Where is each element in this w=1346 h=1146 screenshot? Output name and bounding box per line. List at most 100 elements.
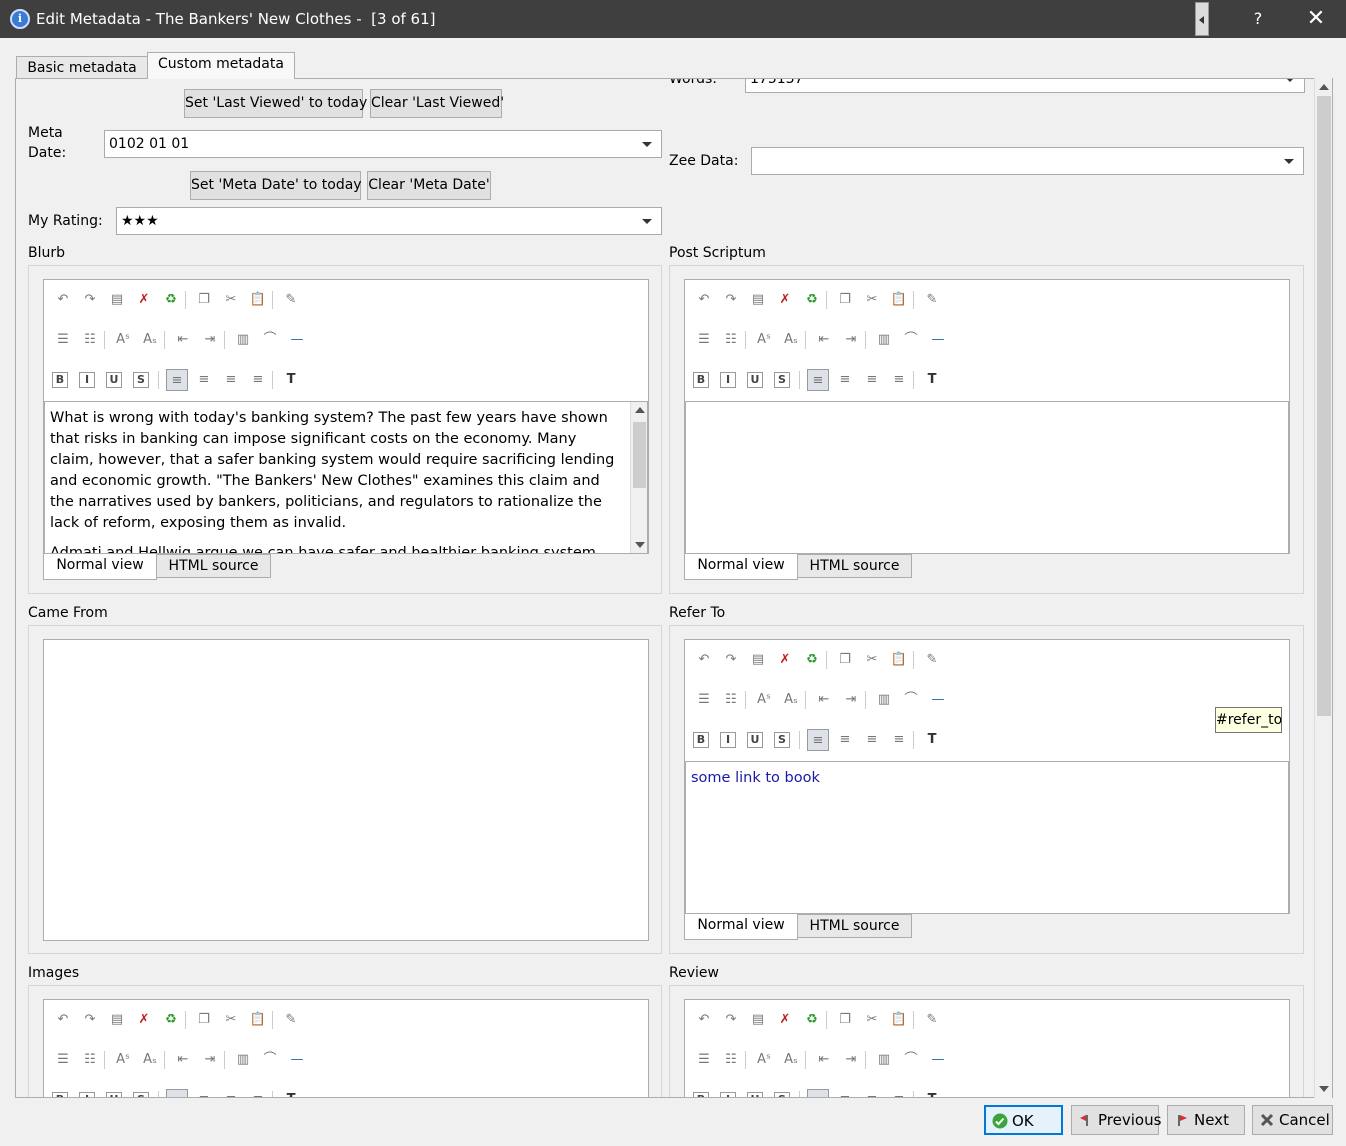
paste-icon[interactable]: 📋 [888,649,910,671]
align-center-icon[interactable]: ≡ [834,369,856,391]
outdent-icon[interactable]: ⇤ [172,329,194,351]
bullet-list-icon[interactable]: ☷ [79,329,101,351]
text-color-icon[interactable]: T [280,1089,302,1097]
scroll-thumb[interactable] [633,422,646,488]
recycle-icon[interactable]: ♻ [160,1009,182,1031]
copy-icon[interactable]: ❐ [834,1009,856,1031]
clear-last-viewed-button[interactable]: Clear 'Last Viewed' [370,89,504,118]
strike-icon[interactable]: S [133,1092,149,1097]
ordered-list-icon[interactable]: ☰ [693,689,715,711]
underline-icon[interactable]: U [747,1092,763,1097]
align-right-icon[interactable]: ≡ [861,1089,883,1097]
tab-html-source[interactable]: HTML source [797,914,912,938]
palette-icon[interactable]: ✎ [921,289,943,311]
ordered-list-icon[interactable]: ☰ [52,329,74,351]
bullet-list-icon[interactable]: ☷ [79,1049,101,1071]
main-scrollbar[interactable] [1314,78,1332,1098]
blurb-content[interactable]: What is wrong with today's banking syste… [44,401,648,554]
undo-icon[interactable]: ↶ [693,289,715,311]
palette-icon[interactable]: ✎ [280,1009,302,1031]
refer-to-link[interactable]: some link to book [691,768,1283,789]
close-button[interactable]: ✕ [1296,6,1336,31]
palette-icon[interactable]: ✎ [921,649,943,671]
paste-plain-icon[interactable]: ▤ [747,1009,769,1031]
tab-normal-view[interactable]: Normal view [684,554,798,580]
horizontal-rule-icon[interactable]: — [286,1049,308,1071]
horizontal-rule-icon[interactable]: — [927,1049,949,1071]
came-from-editor[interactable] [43,639,649,941]
link-icon[interactable]: ⌒ [900,329,922,351]
align-right-icon[interactable]: ≡ [220,369,242,391]
recycle-icon[interactable]: ♻ [801,289,823,311]
indent-icon[interactable]: ⇥ [840,689,862,711]
clear-format-icon[interactable]: ✗ [133,289,155,311]
align-center-icon[interactable]: ≡ [834,729,856,751]
paste-plain-icon[interactable]: ▤ [747,289,769,311]
redo-icon[interactable]: ↷ [79,289,101,311]
clear-format-icon[interactable]: ✗ [774,289,796,311]
zee-data-field[interactable] [751,147,1304,175]
copy-icon[interactable]: ❐ [193,1009,215,1031]
table-icon[interactable]: ▥ [873,1049,895,1071]
recycle-icon[interactable]: ♻ [160,289,182,311]
align-left-icon[interactable]: ≡ [807,729,829,751]
link-icon[interactable]: ⌒ [900,1049,922,1071]
align-right-icon[interactable]: ≡ [220,1089,242,1097]
tab-html-source[interactable]: HTML source [156,554,271,578]
undo-icon[interactable]: ↶ [52,289,74,311]
indent-icon[interactable]: ⇥ [840,329,862,351]
align-right-icon[interactable]: ≡ [861,729,883,751]
align-right-icon[interactable]: ≡ [861,369,883,391]
cancel-button[interactable]: Cancel [1252,1105,1333,1135]
indent-icon[interactable]: ⇥ [199,329,221,351]
outdent-icon[interactable]: ⇤ [813,329,835,351]
outdent-icon[interactable]: ⇤ [813,1049,835,1071]
cut-icon[interactable]: ✂ [220,1009,242,1031]
bold-icon[interactable]: B [693,1092,709,1097]
clear-format-icon[interactable]: ✗ [774,649,796,671]
paste-icon[interactable]: 📋 [247,289,269,311]
text-color-icon[interactable]: T [280,369,302,391]
subscript-icon[interactable]: Aₛ [139,329,161,351]
post-scriptum-content[interactable] [685,401,1289,554]
align-center-icon[interactable]: ≡ [193,1089,215,1097]
tab-custom-metadata[interactable]: Custom metadata [147,52,295,79]
superscript-icon[interactable]: Aˢ [112,329,134,351]
copy-icon[interactable]: ❐ [834,289,856,311]
outdent-icon[interactable]: ⇤ [172,1049,194,1071]
scroll-up-arrow-icon[interactable] [635,407,645,413]
text-color-icon[interactable]: T [921,369,943,391]
clear-format-icon[interactable]: ✗ [774,1009,796,1031]
superscript-icon[interactable]: Aˢ [753,1049,775,1071]
undo-icon[interactable]: ↶ [693,649,715,671]
indent-icon[interactable]: ⇥ [199,1049,221,1071]
align-center-icon[interactable]: ≡ [193,369,215,391]
align-left-icon[interactable]: ≡ [807,1089,829,1097]
indent-icon[interactable]: ⇥ [840,1049,862,1071]
superscript-icon[interactable]: Aˢ [753,329,775,351]
redo-icon[interactable]: ↷ [720,289,742,311]
subscript-icon[interactable]: Aₛ [139,1049,161,1071]
outdent-icon[interactable]: ⇤ [813,689,835,711]
ordered-list-icon[interactable]: ☰ [693,329,715,351]
cut-icon[interactable]: ✂ [861,1009,883,1031]
ok-button[interactable]: OK [984,1105,1063,1135]
clear-meta-date-button[interactable]: Clear 'Meta Date' [367,171,491,200]
underline-icon[interactable]: U [747,732,763,748]
words-field[interactable]: 175137 [745,79,1305,93]
paste-plain-icon[interactable]: ▤ [106,1009,128,1031]
bold-icon[interactable]: B [693,372,709,388]
align-left-icon[interactable]: ≡ [166,369,188,391]
justify-icon[interactable]: ≡ [888,729,910,751]
resize-grip[interactable] [1195,2,1209,36]
align-center-icon[interactable]: ≡ [834,1089,856,1097]
superscript-icon[interactable]: Aˢ [112,1049,134,1071]
redo-icon[interactable]: ↷ [720,649,742,671]
align-left-icon[interactable]: ≡ [807,369,829,391]
cut-icon[interactable]: ✂ [861,649,883,671]
scroll-down-arrow-icon[interactable] [635,542,645,548]
copy-icon[interactable]: ❐ [193,289,215,311]
palette-icon[interactable]: ✎ [921,1009,943,1031]
set-last-viewed-button[interactable]: Set 'Last Viewed' to today [184,89,367,118]
strike-icon[interactable]: S [774,732,790,748]
